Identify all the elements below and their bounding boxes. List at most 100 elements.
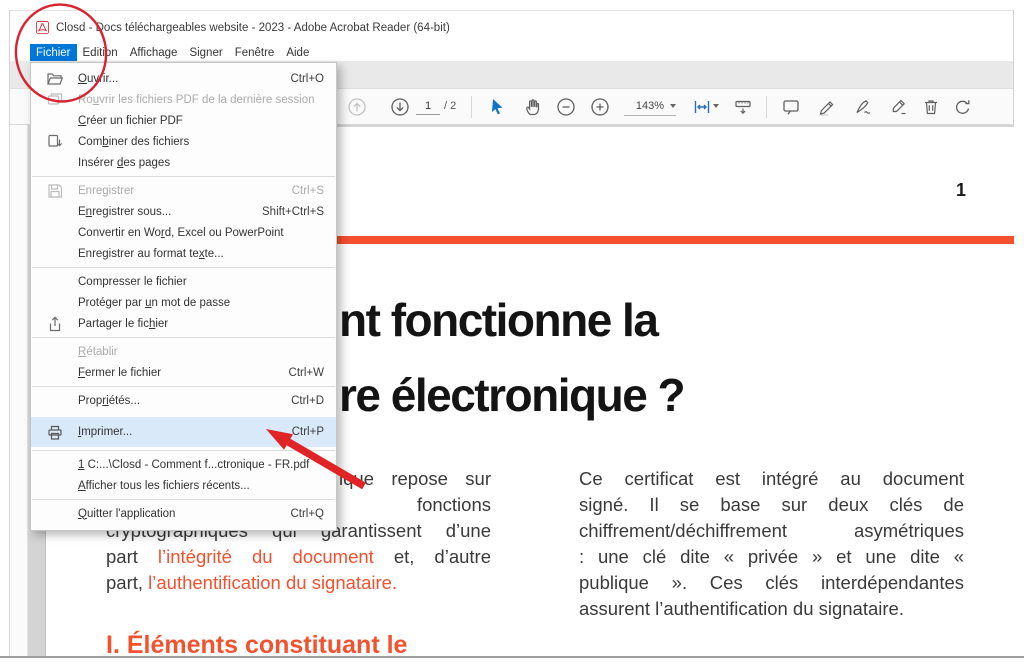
menu-affichage[interactable]: Affichage [124,44,184,61]
menu-item-label: Rouvrir les fichiers PDF de la dernière … [78,94,315,106]
label-part: réer un fichier PDF [86,115,183,127]
menu-item-quitter[interactable]: Quitter l'application Ctrl+Q [31,503,336,524]
label-part: Compresser le fichier [78,276,187,288]
zoom-level-select[interactable]: 143% [624,97,676,116]
right-column-line6: assurent l’authentification du signatair… [579,596,964,622]
zoom-out-icon[interactable] [555,96,577,118]
menu-item-creer-pdf[interactable]: Créer un fichier PDF [31,110,336,131]
menu-item-enregistrer-sous[interactable]: Enregistrer sous... Shift+Ctrl+S [31,201,336,222]
right-column-paragraph: Ce certificat est intégré au document si… [579,466,964,622]
menu-item-proprietes[interactable]: Propriétés... Ctrl+D [31,390,336,411]
menu-item-shortcut: Ctrl+S [292,185,324,197]
menu-separator [32,450,335,451]
highlight-icon[interactable] [816,96,838,118]
label-part: ermer le fichier [85,367,161,379]
menu-item-recent-file[interactable]: 1 C:...\Closd - Comment f...ctronique - … [31,454,336,475]
menu-item-label: Enregistrer au format texte... [78,248,224,260]
empty-icon-slot [45,392,65,410]
trash-icon[interactable] [920,96,942,118]
empty-icon-slot [45,294,65,312]
sign-icon[interactable] [852,96,874,118]
menu-item-label: Protéger par un mot de passe [78,297,230,309]
right-column-line4: : une clé dite « privée » et une dite « [579,544,964,570]
zoom-in-icon[interactable] [589,96,611,118]
fit-width-icon[interactable] [691,96,713,118]
label-part: établir [86,346,117,358]
text-part: part [106,546,158,567]
menu-item-partager[interactable]: Partager le fichier [31,313,336,334]
comment-icon[interactable] [780,96,802,118]
menu-item-inserer-pages[interactable]: Insérer des pages [31,152,336,173]
label-part: fficher tous les fichiers récents... [86,480,250,492]
menu-item-convertir[interactable]: Convertir en Word, Excel ou PowerPoint [31,222,336,243]
right-column-line3: chiffrement/déchiffrement asymétriques [579,518,964,544]
menu-item-fermer[interactable]: Fermer le fichier Ctrl+W [31,362,336,383]
menu-item-label: Combiner des fichiers [78,136,189,148]
page-number-input[interactable] [416,98,440,115]
menu-item-format-texte[interactable]: Enregistrer au format texte... [31,243,336,264]
menu-item-combiner[interactable]: Combiner des fichiers [31,131,336,152]
document-title-line2: re électronique ? [339,372,684,418]
menu-signer[interactable]: Signer [183,44,228,61]
menu-item-shortcut: Ctrl+D [291,395,324,407]
menu-item-label: Propriétés... [78,395,140,407]
menu-item-ouvrir[interactable]: Ouvrir... Ctrl+O [31,68,336,89]
menu-item-rouvrir-session: Rouvrir les fichiers PDF de la dernière … [31,89,336,110]
open-folder-icon [45,70,65,88]
empty-icon-slot [45,273,65,291]
page-down-icon[interactable] [389,96,411,118]
menu-item-imprimer[interactable]: Imprimer... Ctrl+P [31,417,336,447]
text-part: part, [106,572,148,593]
label-part: es pages [123,157,170,169]
refresh-icon[interactable] [952,96,974,118]
menu-item-proteger[interactable]: Protéger par un mot de passe [31,292,336,313]
menu-item-shortcut: Ctrl+O [290,73,324,85]
label-part: uitter l'application [87,508,176,520]
menu-fenetre[interactable]: Fenêtre [229,44,281,61]
left-column-line5: part, l’authentification du signataire. [106,570,491,596]
menu-bar: Fichier Edition Affichage Signer Fenêtre… [10,44,1013,61]
reopen-session-icon [45,91,65,109]
menu-item-shortcut: Ctrl+W [289,367,324,379]
label-part: Convertir en Wo [78,227,161,239]
menu-edition[interactable]: Edition [77,44,124,61]
menu-separator [32,337,335,338]
menu-fichier[interactable]: Fichier [30,44,77,61]
hand-tool-icon[interactable] [522,96,544,118]
menu-item-afficher-recents[interactable]: Afficher tous les fichiers récents... [31,475,336,496]
empty-icon-slot [45,245,65,263]
caret-down-icon[interactable] [713,104,719,108]
menu-separator [32,267,335,268]
label-part: étés... [109,395,140,407]
label-part: Protéger par [78,297,145,309]
label-part: uvrir... [87,73,118,85]
label-part: Com [78,136,102,148]
text-part: et, d’autre [374,546,491,567]
label-part: Prop [78,395,102,407]
label-part: d, Excel ou PowerPoint [165,227,284,239]
left-nav-strip[interactable] [10,125,28,656]
label-part: te... [205,248,224,260]
combine-files-icon [45,133,65,151]
title-bar: Closd - Docs téléchargeables website - 2… [10,11,1013,44]
menu-item-label: Quitter l'application [78,508,175,520]
menu-item-label: Imprimer... [78,426,132,438]
scroll-mode-icon[interactable] [732,96,754,118]
label-part: F [78,367,85,379]
file-menu-dropdown: Ouvrir... Ctrl+O Rouvrir les fichiers PD… [30,62,337,531]
label-part: Enregistrer [78,185,134,197]
menu-item-label: Enregistrer [78,185,134,197]
empty-icon-slot [45,456,65,474]
caret-down-icon [670,104,676,108]
label-part: iner des fichiers [109,136,190,148]
select-tool-icon[interactable] [486,96,508,118]
menu-aide[interactable]: Aide [280,44,315,61]
page-up-icon[interactable] [346,96,368,118]
menu-item-compresser[interactable]: Compresser le fichier [31,271,336,292]
fill-sign-icon[interactable] [888,96,910,118]
empty-icon-slot [45,112,65,130]
label-part: O [78,73,87,85]
left-column-line4: part l’intégrité du document et, d’autre [106,544,491,570]
empty-icon-slot [45,477,65,495]
label-part: C:...\Closd - Comment f...ctronique - FR… [84,459,309,471]
